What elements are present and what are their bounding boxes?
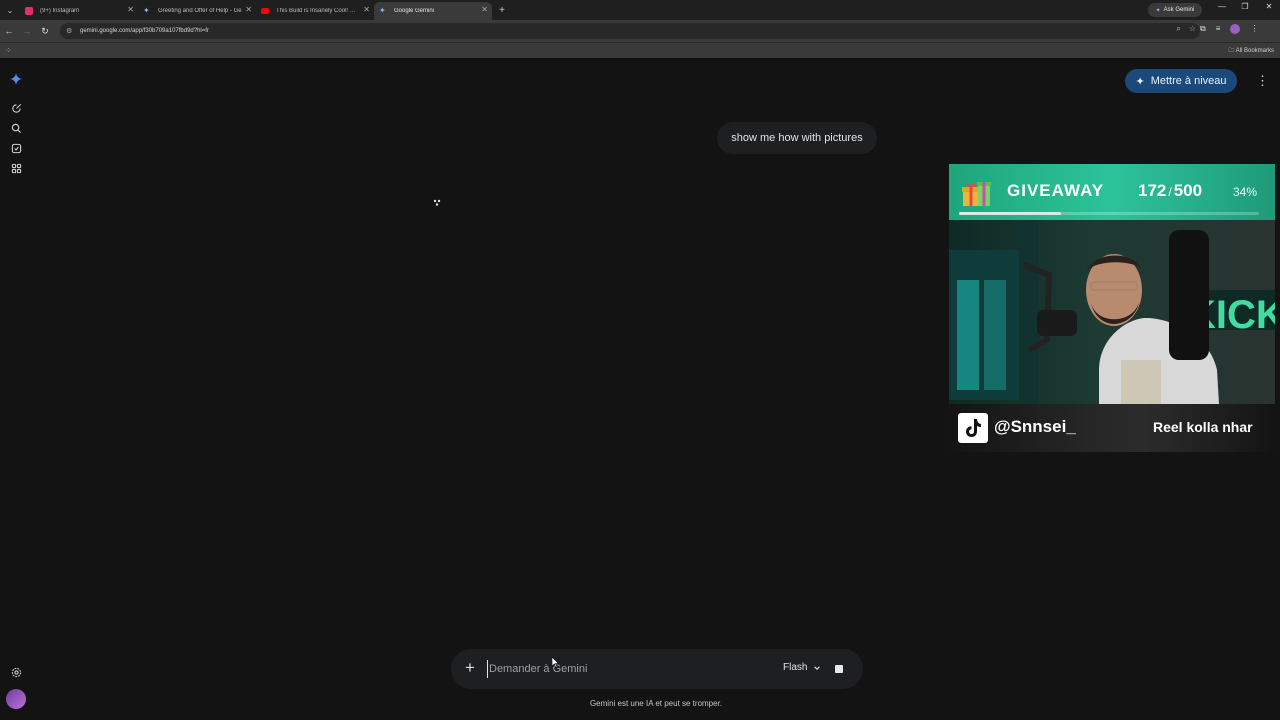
tab-search-button[interactable]: ⌄ (0, 0, 20, 20)
giveaway-progress-fill (959, 212, 1061, 215)
bookmarks-bar: ⁘ 🗀 All Bookmarks (0, 42, 1280, 58)
stop-generation-button[interactable] (835, 665, 843, 673)
ask-gemini-label: Ask Gemini (1163, 7, 1195, 13)
mouse-cursor-icon (551, 656, 560, 671)
giveaway-bar: GIVEAWAY 172/500 34% (949, 164, 1275, 220)
zoom-icon[interactable]: ⌕ (1176, 24, 1180, 34)
giveaway-target: 500 (1173, 181, 1203, 200)
tab-label: Greeting and Offer of Help - Ge (158, 8, 242, 14)
forward-button[interactable]: → (18, 26, 36, 36)
site-info-icon[interactable]: ⚙ (66, 27, 74, 35)
close-window-button[interactable]: ✕ (1261, 2, 1277, 11)
prompt-composer: + Flash (451, 649, 863, 689)
tab-youtube[interactable]: This Build is Insanely Cool! HAV ✕ (256, 2, 374, 20)
gemini-favicon-icon: ✦ (379, 6, 386, 15)
browser-toolbar: ← → ↻ ⚙ gemini.google.com/app/f30b709a10… (0, 20, 1280, 42)
new-tab-button[interactable]: + (494, 1, 510, 19)
address-bar[interactable]: ⚙ gemini.google.com/app/f30b709a107fbd9d… (60, 23, 1200, 39)
sparkle-icon: ✦ (1135, 75, 1145, 88)
gems-icon[interactable] (9, 141, 23, 155)
gemini-sparkle-icon: ✦ (1155, 7, 1161, 14)
url-text: gemini.google.com/app/f30b709a107fbd9d?h… (80, 28, 209, 34)
gemini-favicon-icon: ✦ (143, 6, 150, 15)
profile-avatar[interactable] (1230, 24, 1241, 34)
apps-grid-icon[interactable]: ⁘ (5, 46, 12, 55)
close-tab-icon[interactable]: ✕ (127, 5, 134, 14)
giveaway-progress-track (959, 212, 1259, 215)
giveaway-title: GIVEAWAY (1007, 181, 1105, 200)
chevron-down-icon (814, 665, 821, 670)
model-label: Flash (783, 662, 808, 673)
user-message-text: show me how with pictures (731, 132, 863, 144)
add-attachment-icon[interactable]: + (465, 658, 475, 678)
extensions-icon[interactable]: ⧉ (1200, 24, 1206, 34)
prompt-input[interactable] (487, 660, 737, 678)
instagram-favicon-icon (25, 7, 33, 15)
tiktok-icon (958, 413, 988, 443)
disclaimer-text: Gemini est une IA et peut se tromper. (589, 699, 723, 708)
close-tab-icon[interactable]: ✕ (363, 5, 370, 14)
media-icon[interactable]: ≡ (1216, 24, 1221, 34)
giveaway-count: 172/500 (1138, 181, 1202, 201)
back-button[interactable]: ← (0, 26, 18, 36)
minimize-button[interactable]: — (1214, 2, 1230, 11)
chrome-menu-icon[interactable]: ⋮ (1250, 24, 1258, 34)
giveaway-current: 172 (1138, 181, 1167, 200)
browser-tab-strip: ⌄ (9+) Instagram ✕ ✦ Greeting and Offer … (0, 0, 1280, 20)
tab-gemini-greeting[interactable]: ✦ Greeting and Offer of Help - Ge ✕ (138, 2, 256, 20)
tab-label: Google Gemini (394, 8, 435, 14)
user-message-bubble: show me how with pictures (717, 122, 877, 154)
tab-instagram[interactable]: (9+) Instagram ✕ (20, 2, 138, 20)
giveaway-percent: 34% (1233, 185, 1258, 199)
search-icon[interactable] (9, 121, 23, 135)
new-chat-icon[interactable] (9, 101, 23, 115)
gift-icon (959, 176, 993, 210)
apps-icon[interactable] (9, 161, 23, 175)
more-options-icon[interactable]: ⋮ (1256, 72, 1269, 90)
streamer-name-plate: @Snnsei_ Reel kolla nhar (949, 404, 1275, 452)
close-tab-icon[interactable]: ✕ (481, 5, 488, 14)
close-tab-icon[interactable]: ✕ (245, 5, 252, 14)
loading-indicator-icon (433, 194, 441, 206)
ask-gemini-button[interactable]: ✦ Ask Gemini (1148, 3, 1202, 17)
model-selector[interactable]: Flash (783, 662, 821, 673)
youtube-favicon-icon (261, 8, 269, 14)
restore-button[interactable]: ❐ (1237, 2, 1253, 11)
upgrade-button[interactable]: ✦ Mettre à niveau (1125, 69, 1237, 93)
upgrade-label: Mettre à niveau (1150, 75, 1227, 87)
settings-gear-icon[interactable] (9, 665, 23, 679)
gemini-logo-icon[interactable] (9, 72, 23, 86)
tab-label: (9+) Instagram (40, 8, 80, 14)
webcam-feed: KICK (949, 220, 1275, 404)
stream-overlay: GIVEAWAY 172/500 34% KICK (949, 164, 1275, 452)
tab-label: This Build is Insanely Cool! HAV (276, 8, 360, 14)
all-bookmarks-link[interactable]: 🗀 All Bookmarks (1228, 46, 1274, 56)
all-bookmarks-label: All Bookmarks (1235, 48, 1274, 54)
giveaway-separator: / (1168, 185, 1172, 199)
reload-button[interactable]: ↻ (36, 26, 54, 37)
stream-caption: Reel kolla nhar (1153, 419, 1253, 435)
tab-google-gemini[interactable]: ✦ Google Gemini ✕ (374, 2, 492, 20)
bookmark-star-icon[interactable]: ☆ (1189, 24, 1196, 34)
streamer-handle: @Snnsei_ (994, 417, 1076, 436)
